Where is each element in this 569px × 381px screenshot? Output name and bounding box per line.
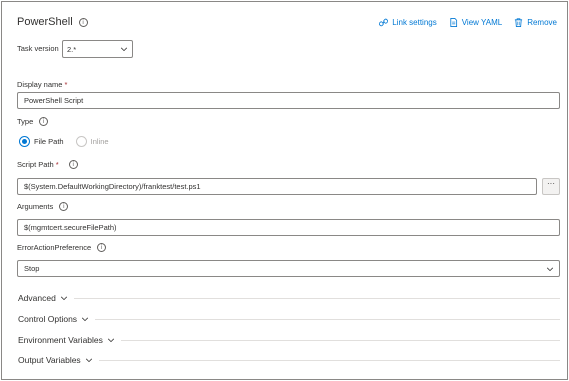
chevron-down-icon [60, 296, 67, 301]
task-version-select[interactable]: 2.* [62, 40, 133, 58]
trash-icon [515, 17, 523, 27]
radio-inline[interactable]: Inline [75, 136, 109, 147]
section-output-variables-label: Output Variables [18, 355, 81, 365]
arguments-value: $(mgmtcert.secureFilePath) [24, 223, 117, 232]
arguments-label-text: Arguments [17, 202, 54, 211]
info-icon[interactable]: i [97, 243, 107, 252]
task-header: PowerShell i Link settings View YAML Rem… [17, 14, 557, 30]
script-path-input[interactable]: $(System.DefaultWorkingDirectory)/frankt… [17, 178, 537, 195]
info-icon[interactable]: i [39, 117, 49, 126]
script-path-value: $(System.DefaultWorkingDirectory)/frankt… [24, 182, 201, 191]
link-settings-button[interactable]: Link settings [379, 17, 437, 27]
arguments-input[interactable]: $(mgmtcert.secureFilePath) [17, 219, 560, 236]
radio-selected-icon [19, 136, 30, 147]
section-environment-variables-label: Environment Variables [18, 335, 103, 345]
task-panel: PowerShell i Link settings View YAML Rem… [1, 1, 568, 380]
radio-file-path[interactable]: File Path [19, 136, 64, 147]
script-path-label-text: Script Path [17, 160, 54, 169]
browse-button[interactable]: ··· [542, 178, 560, 195]
arguments-label: Arguments i [17, 202, 69, 211]
display-name-value: PowerShell Script [24, 96, 84, 105]
type-label-text: Type [17, 117, 34, 126]
task-version-label: Task version [17, 44, 59, 53]
info-icon[interactable]: i [59, 202, 69, 211]
divider [120, 339, 560, 341]
task-actions: Link settings View YAML Remove [379, 18, 557, 27]
type-radio-group: File Path Inline [19, 136, 109, 147]
link-icon [379, 18, 389, 26]
info-icon[interactable]: i [68, 160, 78, 169]
error-action-value: Stop [24, 264, 40, 273]
remove-label: Remove [527, 17, 557, 27]
divider [95, 318, 560, 320]
task-version-value: 2.* [67, 44, 77, 54]
chevron-down-icon [107, 338, 114, 343]
task-version-label-text: Task version [17, 44, 59, 53]
view-yaml-label: View YAML [461, 17, 503, 27]
document-icon [450, 17, 457, 27]
radio-file-path-label: File Path [34, 137, 64, 146]
radio-inline-label: Inline [90, 137, 109, 146]
type-label: Type i [17, 117, 49, 126]
display-name-label-text: Display name [17, 80, 63, 89]
display-name-label: Display name * [17, 80, 67, 89]
chevron-down-icon [120, 47, 128, 52]
task-title: PowerShell [17, 16, 73, 28]
section-advanced[interactable]: Advanced [18, 292, 560, 304]
radio-unselected-icon [75, 136, 87, 147]
chevron-down-icon [81, 317, 89, 322]
section-environment-variables[interactable]: Environment Variables [18, 334, 560, 346]
remove-button[interactable]: Remove [514, 18, 557, 27]
section-advanced-label: Advanced [18, 293, 56, 303]
error-action-label-text: ErrorActionPreference [17, 243, 92, 252]
display-name-input[interactable]: PowerShell Script [17, 92, 560, 109]
required-mark: * [55, 160, 59, 169]
script-path-label: Script Path * i [17, 160, 78, 169]
chevron-down-icon [85, 358, 92, 363]
section-control-options-label: Control Options [18, 314, 78, 324]
divider [73, 297, 560, 299]
error-action-select[interactable]: Stop [17, 260, 560, 277]
chevron-down-icon [546, 267, 554, 271]
error-action-label: ErrorActionPreference i [17, 243, 107, 252]
divider [98, 359, 560, 361]
link-settings-label: Link settings [392, 17, 437, 27]
info-icon[interactable]: i [78, 17, 88, 27]
required-mark: * [64, 80, 68, 89]
section-output-variables[interactable]: Output Variables [18, 354, 560, 366]
view-yaml-button[interactable]: View YAML [449, 18, 502, 27]
section-control-options[interactable]: Control Options [18, 313, 560, 325]
